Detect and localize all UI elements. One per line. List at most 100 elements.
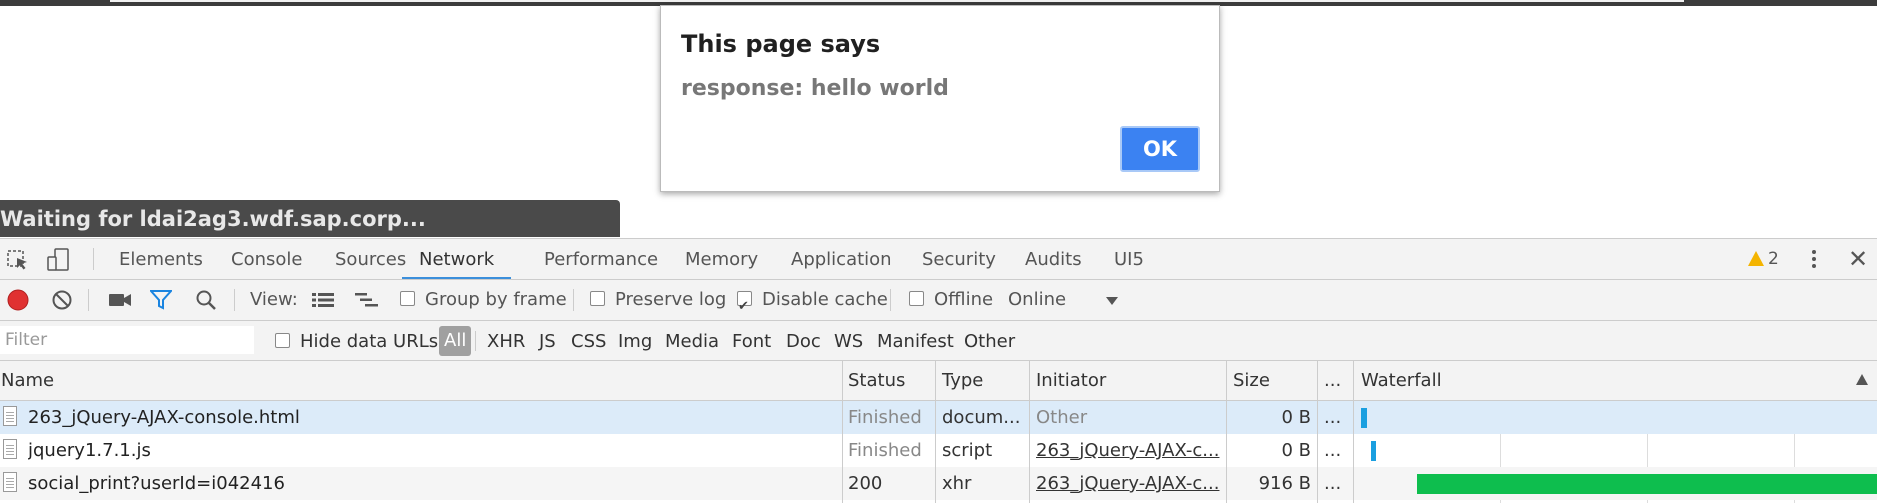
request-size: 916 B bbox=[1258, 473, 1311, 494]
filter-type-img[interactable]: Img bbox=[618, 321, 652, 361]
preserve-log-label: Preserve log bbox=[615, 289, 727, 310]
column-divider[interactable] bbox=[1353, 361, 1354, 400]
search-icon[interactable] bbox=[195, 289, 217, 311]
filter-type-all[interactable]: All bbox=[439, 326, 472, 356]
column-size[interactable]: Size bbox=[1233, 361, 1270, 400]
toolbar-divider bbox=[88, 289, 89, 311]
tab-sources[interactable]: Sources bbox=[335, 239, 406, 279]
request-name: 263_jQuery-AJAX-console.html bbox=[28, 407, 300, 428]
filter-type-media[interactable]: Media bbox=[665, 321, 719, 361]
request-initiator-link[interactable]: 263_jQuery-AJAX-c... bbox=[1036, 434, 1221, 467]
table-row[interactable]: jquery1.7.1.js Finished script 263_jQuer… bbox=[0, 434, 1877, 467]
document-icon bbox=[3, 406, 17, 426]
column-divider[interactable] bbox=[1317, 361, 1318, 400]
filter-type-manifest[interactable]: Manifest bbox=[877, 321, 954, 361]
request-initiator-link[interactable]: 263_jQuery-AJAX-c... bbox=[1036, 467, 1221, 500]
group-by-frame-checkbox[interactable]: Group by frame bbox=[400, 280, 567, 320]
filter-type-other[interactable]: Other bbox=[964, 321, 1015, 361]
preserve-log-checkbox[interactable]: Preserve log bbox=[590, 280, 726, 320]
column-line bbox=[935, 401, 936, 503]
sort-ascending-icon[interactable] bbox=[1856, 374, 1868, 385]
hide-data-urls-box[interactable] bbox=[275, 333, 290, 348]
offline-checkbox[interactable]: Offline bbox=[909, 280, 993, 320]
tab-memory[interactable]: Memory bbox=[685, 239, 758, 279]
tab-audits[interactable]: Audits bbox=[1025, 239, 1082, 279]
preserve-log-box[interactable] bbox=[590, 291, 605, 306]
toolbar-divider bbox=[234, 289, 235, 311]
record-icon[interactable] bbox=[7, 289, 29, 311]
waterfall-bar bbox=[1417, 474, 1877, 494]
filter-type-doc[interactable]: Doc bbox=[786, 321, 821, 361]
filter-input[interactable]: Filter bbox=[0, 326, 254, 354]
request-type: xhr bbox=[942, 473, 972, 494]
column-divider[interactable] bbox=[935, 361, 936, 400]
tab-performance[interactable]: Performance bbox=[544, 239, 658, 279]
tab-elements[interactable]: Elements bbox=[119, 239, 203, 279]
request-more: ... bbox=[1324, 407, 1342, 428]
request-name: jquery1.7.1.js bbox=[28, 440, 151, 461]
tab-application[interactable]: Application bbox=[791, 239, 892, 279]
toolbar-divider bbox=[573, 289, 574, 311]
column-type[interactable]: Type bbox=[942, 361, 983, 400]
inspect-element-icon[interactable] bbox=[6, 248, 30, 272]
request-status: Finished bbox=[848, 440, 922, 461]
disable-cache-box[interactable] bbox=[737, 287, 752, 327]
filter-type-css[interactable]: CSS bbox=[571, 321, 606, 361]
throttling-value: Online bbox=[1008, 289, 1067, 310]
warning-icon bbox=[1748, 251, 1764, 266]
script-file-icon bbox=[3, 439, 17, 459]
more-options-icon[interactable] bbox=[1810, 248, 1818, 272]
throttling-select[interactable]: Online bbox=[1008, 280, 1066, 320]
column-waterfall[interactable]: Waterfall bbox=[1361, 361, 1442, 400]
tab-network[interactable]: Network bbox=[402, 239, 512, 279]
tab-security[interactable]: Security bbox=[922, 239, 996, 279]
network-toolbar: View: Group by frame Preserve log Disabl… bbox=[0, 280, 1877, 327]
disable-cache-checkbox[interactable]: Disable cache bbox=[737, 280, 888, 327]
column-divider[interactable] bbox=[842, 361, 843, 400]
request-size: 0 B bbox=[1281, 440, 1311, 461]
tab-console[interactable]: Console bbox=[231, 239, 302, 279]
close-devtools-icon[interactable]: ✕ bbox=[1848, 245, 1868, 273]
warnings-counter[interactable]: 2 bbox=[1748, 249, 1779, 269]
column-status[interactable]: Status bbox=[848, 361, 905, 400]
column-line bbox=[1317, 401, 1318, 503]
warning-count: 2 bbox=[1768, 249, 1779, 269]
table-row[interactable]: social_print?userId=i042416 200 xhr 263_… bbox=[0, 467, 1877, 500]
dialog-title: This page says bbox=[681, 30, 881, 58]
devtools-tab-bar: Elements Console Sources Network Perform… bbox=[0, 238, 1877, 280]
filter-type-js[interactable]: JS bbox=[539, 321, 556, 361]
offline-label: Offline bbox=[934, 289, 994, 310]
browser-status-bubble: Waiting for ldai2ag3.wdf.sap.corp... bbox=[0, 200, 620, 237]
column-more[interactable]: ... bbox=[1324, 361, 1341, 400]
filter-type-xhr[interactable]: XHR bbox=[487, 321, 525, 361]
clear-icon[interactable] bbox=[51, 289, 73, 311]
tab-ui5[interactable]: UI5 bbox=[1114, 239, 1144, 279]
group-by-frame-box[interactable] bbox=[400, 291, 415, 306]
column-line bbox=[1226, 401, 1227, 503]
filter-type-ws[interactable]: WS bbox=[834, 321, 863, 361]
request-status: 200 bbox=[848, 473, 883, 494]
overview-icon[interactable] bbox=[355, 292, 379, 308]
column-name[interactable]: Name bbox=[1, 361, 54, 400]
table-row[interactable]: 263_jQuery-AJAX-console.html Finished do… bbox=[0, 401, 1877, 434]
large-rows-icon[interactable] bbox=[312, 292, 334, 308]
column-divider[interactable] bbox=[1029, 361, 1030, 400]
filter-type-font[interactable]: Font bbox=[732, 321, 771, 361]
ok-button[interactable]: OK bbox=[1120, 126, 1200, 172]
column-divider[interactable] bbox=[1226, 361, 1227, 400]
alert-dialog: This page says response: hello world OK bbox=[660, 5, 1220, 192]
column-line bbox=[1353, 401, 1354, 503]
group-by-frame-label: Group by frame bbox=[425, 289, 567, 310]
waterfall-bar bbox=[1361, 408, 1367, 428]
filter-divider bbox=[475, 331, 476, 351]
disable-cache-label: Disable cache bbox=[762, 289, 888, 310]
offline-box[interactable] bbox=[909, 291, 924, 306]
request-status: Finished bbox=[848, 407, 922, 428]
chevron-down-icon[interactable] bbox=[1106, 297, 1118, 305]
filter-icon[interactable] bbox=[150, 290, 172, 310]
device-toolbar-icon[interactable] bbox=[46, 248, 70, 272]
column-line bbox=[842, 401, 843, 503]
screenshot-camera-icon[interactable] bbox=[108, 291, 132, 309]
column-initiator[interactable]: Initiator bbox=[1036, 361, 1106, 400]
hide-data-urls-checkbox[interactable]: Hide data URLs bbox=[275, 321, 438, 361]
